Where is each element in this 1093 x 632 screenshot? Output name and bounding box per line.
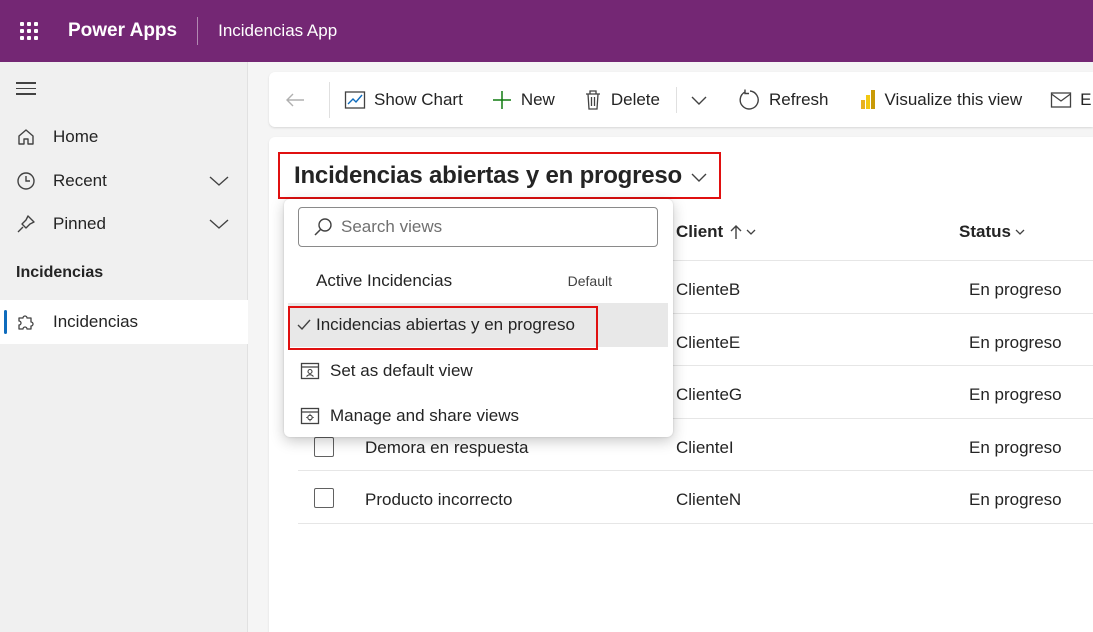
pin-icon: [15, 213, 37, 235]
column-header-client[interactable]: Client: [676, 222, 757, 242]
chevron-down-icon: [1015, 229, 1025, 235]
row-divider: [298, 523, 1093, 524]
command-separator: [675, 86, 677, 113]
selected-indicator: [4, 310, 7, 334]
hamburger-menu-icon[interactable]: [16, 82, 36, 99]
default-badge: Default: [567, 273, 612, 289]
set-default-icon: [300, 362, 320, 380]
view-selector-button[interactable]: Incidencias abiertas y en progreso: [278, 152, 721, 199]
cell-title[interactable]: Demora en respuesta: [365, 438, 528, 458]
home-icon: [15, 126, 37, 148]
sidebar-item-label: Incidencias: [53, 312, 139, 331]
sidebar-item-label: Recent: [53, 171, 107, 190]
sidebar-section-label: Incidencias: [16, 264, 104, 281]
delete-button[interactable]: Delete: [583, 72, 660, 127]
app-header: Power Apps Incidencias App: [0, 0, 1093, 62]
show-chart-button[interactable]: Show Chart: [344, 72, 463, 127]
sidebar: Home Recent Pinned Incidencias Incidenci…: [0, 62, 248, 632]
chart-icon: [344, 90, 366, 109]
refresh-label: Refresh: [768, 89, 829, 109]
cell-client[interactable]: ClienteE: [676, 333, 740, 353]
header-divider: [197, 17, 199, 45]
command-separator: [329, 81, 330, 118]
power-bi-icon: [860, 89, 875, 109]
column-header-status[interactable]: Status: [959, 222, 1026, 242]
cell-status: En progreso: [969, 438, 1062, 457]
brand-name[interactable]: Power Apps: [68, 20, 177, 42]
selected-view-highlight: [288, 306, 598, 350]
search-views-input[interactable]: Search views: [298, 207, 658, 247]
arrow-left-icon: [286, 93, 304, 106]
refresh-button[interactable]: Refresh: [739, 72, 829, 127]
row-divider: [298, 470, 1093, 471]
cell-client[interactable]: ClienteI: [676, 438, 734, 458]
manage-views-label: Manage and share views: [330, 406, 520, 425]
cell-title[interactable]: Producto incorrecto: [365, 490, 512, 510]
chevron-down-icon[interactable]: [208, 214, 230, 239]
cell-status: En progreso: [969, 490, 1062, 509]
sort-ascending-icon: [730, 225, 742, 239]
mail-icon: [1051, 91, 1072, 108]
app-name[interactable]: Incidencias App: [218, 21, 337, 41]
sidebar-item-recent[interactable]: Recent: [0, 159, 248, 203]
refresh-icon: [739, 89, 759, 110]
view-option-active-incidencias[interactable]: Active Incidencias Default: [288, 259, 668, 303]
more-commands-button[interactable]: [689, 72, 717, 127]
search-icon: [314, 218, 332, 236]
back-button[interactable]: [269, 72, 329, 127]
sidebar-item-incidencias[interactable]: Incidencias: [0, 300, 248, 344]
puzzle-icon: [15, 311, 37, 333]
plus-icon: [492, 90, 511, 109]
command-bar: Show Chart New Delete Refresh Visualize …: [269, 72, 1093, 127]
column-header-label: Status: [959, 222, 1011, 241]
sidebar-item-label: Pinned: [53, 214, 106, 233]
new-button[interactable]: New: [491, 72, 555, 127]
cell-client[interactable]: ClienteG: [676, 385, 742, 405]
sidebar-item-home[interactable]: Home: [0, 115, 248, 159]
cell-status: En progreso: [969, 385, 1062, 404]
app-launcher-button[interactable]: [0, 0, 58, 62]
sidebar-item-label: Home: [53, 127, 99, 146]
column-header-label: Client: [676, 222, 724, 241]
chevron-down-icon: [690, 162, 708, 190]
email-link-button[interactable]: E: [1050, 72, 1092, 127]
search-placeholder: Search views: [341, 217, 443, 236]
chevron-down-icon[interactable]: [208, 171, 230, 196]
visualize-label: Visualize this view: [884, 89, 1023, 109]
view-title: Incidencias abiertas y en progreso: [294, 161, 683, 189]
manage-views-icon: [300, 407, 320, 425]
trash-icon: [585, 89, 600, 110]
delete-label: Delete: [610, 89, 660, 109]
row-checkbox[interactable]: [314, 488, 334, 508]
show-chart-label: Show Chart: [374, 89, 463, 109]
manage-views-item[interactable]: Manage and share views: [288, 394, 668, 438]
sidebar-item-pinned[interactable]: Pinned: [0, 202, 248, 246]
cell-client[interactable]: ClienteN: [676, 490, 741, 510]
set-default-view-item[interactable]: Set as default view: [288, 349, 668, 393]
row-checkbox[interactable]: [314, 437, 334, 457]
chevron-down-icon: [746, 229, 756, 235]
set-default-label: Set as default view: [330, 361, 473, 380]
email-label: E: [1080, 89, 1092, 109]
visualize-button[interactable]: Visualize this view: [859, 72, 1023, 127]
cell-status: En progreso: [969, 280, 1062, 299]
waffle-icon: [20, 22, 38, 40]
chevron-down-icon: [691, 96, 707, 105]
clock-icon: [15, 170, 37, 192]
cell-status: En progreso: [969, 333, 1062, 352]
new-label: New: [520, 89, 555, 109]
view-option-label: Active Incidencias: [316, 271, 453, 290]
cell-client[interactable]: ClienteB: [676, 280, 740, 300]
